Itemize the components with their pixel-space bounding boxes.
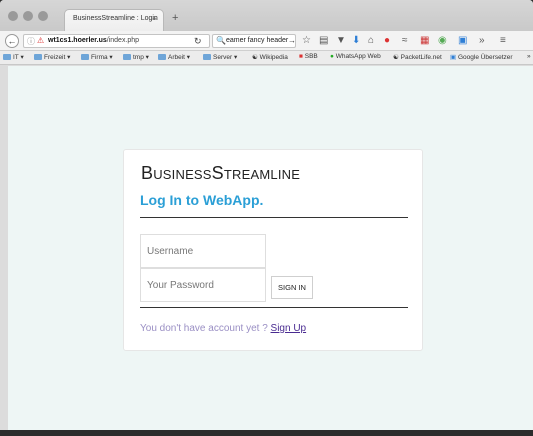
folder-icon xyxy=(81,54,89,60)
bookmark-wikipedia[interactable]: ☯ Wikipedia xyxy=(252,53,288,61)
bookmark-folder-server[interactable]: Server ▾ xyxy=(203,53,237,61)
pocket-icon[interactable]: ▼ xyxy=(336,34,346,48)
window-bottom-edge xyxy=(0,430,533,436)
signup-prompt: You don't have account yet ? Sign Up xyxy=(140,323,306,334)
search-icon: 🔍 xyxy=(216,36,226,45)
bookmark-folder-tmp[interactable]: tmp ▾ xyxy=(123,53,149,61)
zoom-window-button[interactable] xyxy=(38,11,48,21)
url-bar[interactable]: ⓘ ⚠ wt1cs1.hoerler.us/index.php ↻ xyxy=(23,34,210,48)
search-go-icon[interactable]: → xyxy=(288,36,295,45)
bookmark-packetlife[interactable]: ☯ PacketLife.net xyxy=(393,53,442,61)
home-icon[interactable]: ⌂ xyxy=(368,34,374,48)
password-input[interactable] xyxy=(140,268,266,302)
clipboard-icon[interactable]: ▤ xyxy=(319,34,328,48)
login-card: BusinessStreamline Log In to WebApp. SIG… xyxy=(123,149,423,351)
brand-logo: BusinessStreamline xyxy=(141,163,301,183)
username-input[interactable] xyxy=(140,234,266,268)
tab-menu-icon[interactable]: ≡ xyxy=(152,14,157,23)
whatsapp-icon: ● xyxy=(330,53,334,60)
insecure-lock-icon[interactable]: ⚠ xyxy=(37,36,44,45)
minimize-window-button[interactable] xyxy=(23,11,33,21)
folder-icon xyxy=(3,54,11,60)
browser-window: BusinessStreamline : Login ≡ + ← ⓘ ⚠ wt1… xyxy=(0,0,533,436)
adblock-icon[interactable]: ● xyxy=(384,34,390,48)
bookmark-folder-arbeit[interactable]: Arbeit ▾ xyxy=(158,53,190,61)
url-path: /index.php xyxy=(106,37,140,44)
menu-icon[interactable]: ≡ xyxy=(500,34,506,48)
folder-icon xyxy=(203,54,211,60)
translate-icon: ▣ xyxy=(450,54,457,61)
bookmark-folder-it[interactable]: IT ▾ xyxy=(3,53,24,61)
sign-up-link[interactable]: Sign Up xyxy=(271,323,307,334)
tab-active[interactable]: BusinessStreamline : Login ≡ xyxy=(64,9,164,31)
search-bar[interactable]: 🔍 eamer fancy header → xyxy=(212,34,296,48)
tab-title: BusinessStreamline : Login xyxy=(73,15,158,22)
reload-icon[interactable]: ↻ xyxy=(194,36,202,47)
extension-icon[interactable]: ▦ xyxy=(420,34,429,48)
overflow-icon[interactable]: » xyxy=(479,34,485,48)
addon-icon[interactable]: ◉ xyxy=(438,34,447,48)
folder-icon xyxy=(158,54,166,60)
close-window-button[interactable] xyxy=(8,11,18,21)
tab-bar: BusinessStreamline : Login ≡ + xyxy=(0,0,533,31)
wifi-icon[interactable]: ≈ xyxy=(402,34,408,48)
divider-bottom xyxy=(140,307,408,308)
back-button[interactable]: ← xyxy=(5,34,19,48)
no-account-text: You don't have account yet ? xyxy=(140,323,268,334)
folder-icon xyxy=(34,54,42,60)
navigation-bar: ← ⓘ ⚠ wt1cs1.hoerler.us/index.php ↻ 🔍 ea… xyxy=(0,31,533,51)
download-icon[interactable]: ⬇ xyxy=(352,34,360,48)
bookmark-sbb[interactable]: ■ SBB xyxy=(299,53,318,60)
sign-in-button[interactable]: SIGN IN xyxy=(271,276,313,299)
folder-icon xyxy=(123,54,131,60)
bookmarks-bar: IT ▾ Freizeit ▾ Firma ▾ tmp ▾ Arbeit ▾ S… xyxy=(0,51,533,65)
bookmark-google-translate[interactable]: ▣ Google Übersetzer xyxy=(450,53,513,61)
url-host: wt1cs1.hoerler.us xyxy=(48,37,107,44)
divider-top xyxy=(140,217,408,218)
url-text: wt1cs1.hoerler.us/index.php xyxy=(48,37,139,44)
bookmark-folder-freizeit[interactable]: Freizeit ▾ xyxy=(34,53,70,61)
page-content: BusinessStreamline Log In to WebApp. SIG… xyxy=(8,66,533,430)
info-icon[interactable]: ⓘ xyxy=(27,36,35,47)
screenshot-icon[interactable]: ▣ xyxy=(458,34,467,48)
new-tab-button[interactable]: + xyxy=(172,12,178,24)
search-text: eamer fancy header xyxy=(226,37,289,44)
sbb-icon: ■ xyxy=(299,53,303,60)
bookmark-whatsapp[interactable]: ● WhatsApp Web xyxy=(330,53,381,60)
star-icon[interactable]: ☆ xyxy=(302,34,311,48)
bookmark-folder-firma[interactable]: Firma ▾ xyxy=(81,53,113,61)
bookmarks-overflow-icon[interactable]: » xyxy=(527,53,531,60)
login-title: Log In to WebApp. xyxy=(140,192,264,208)
